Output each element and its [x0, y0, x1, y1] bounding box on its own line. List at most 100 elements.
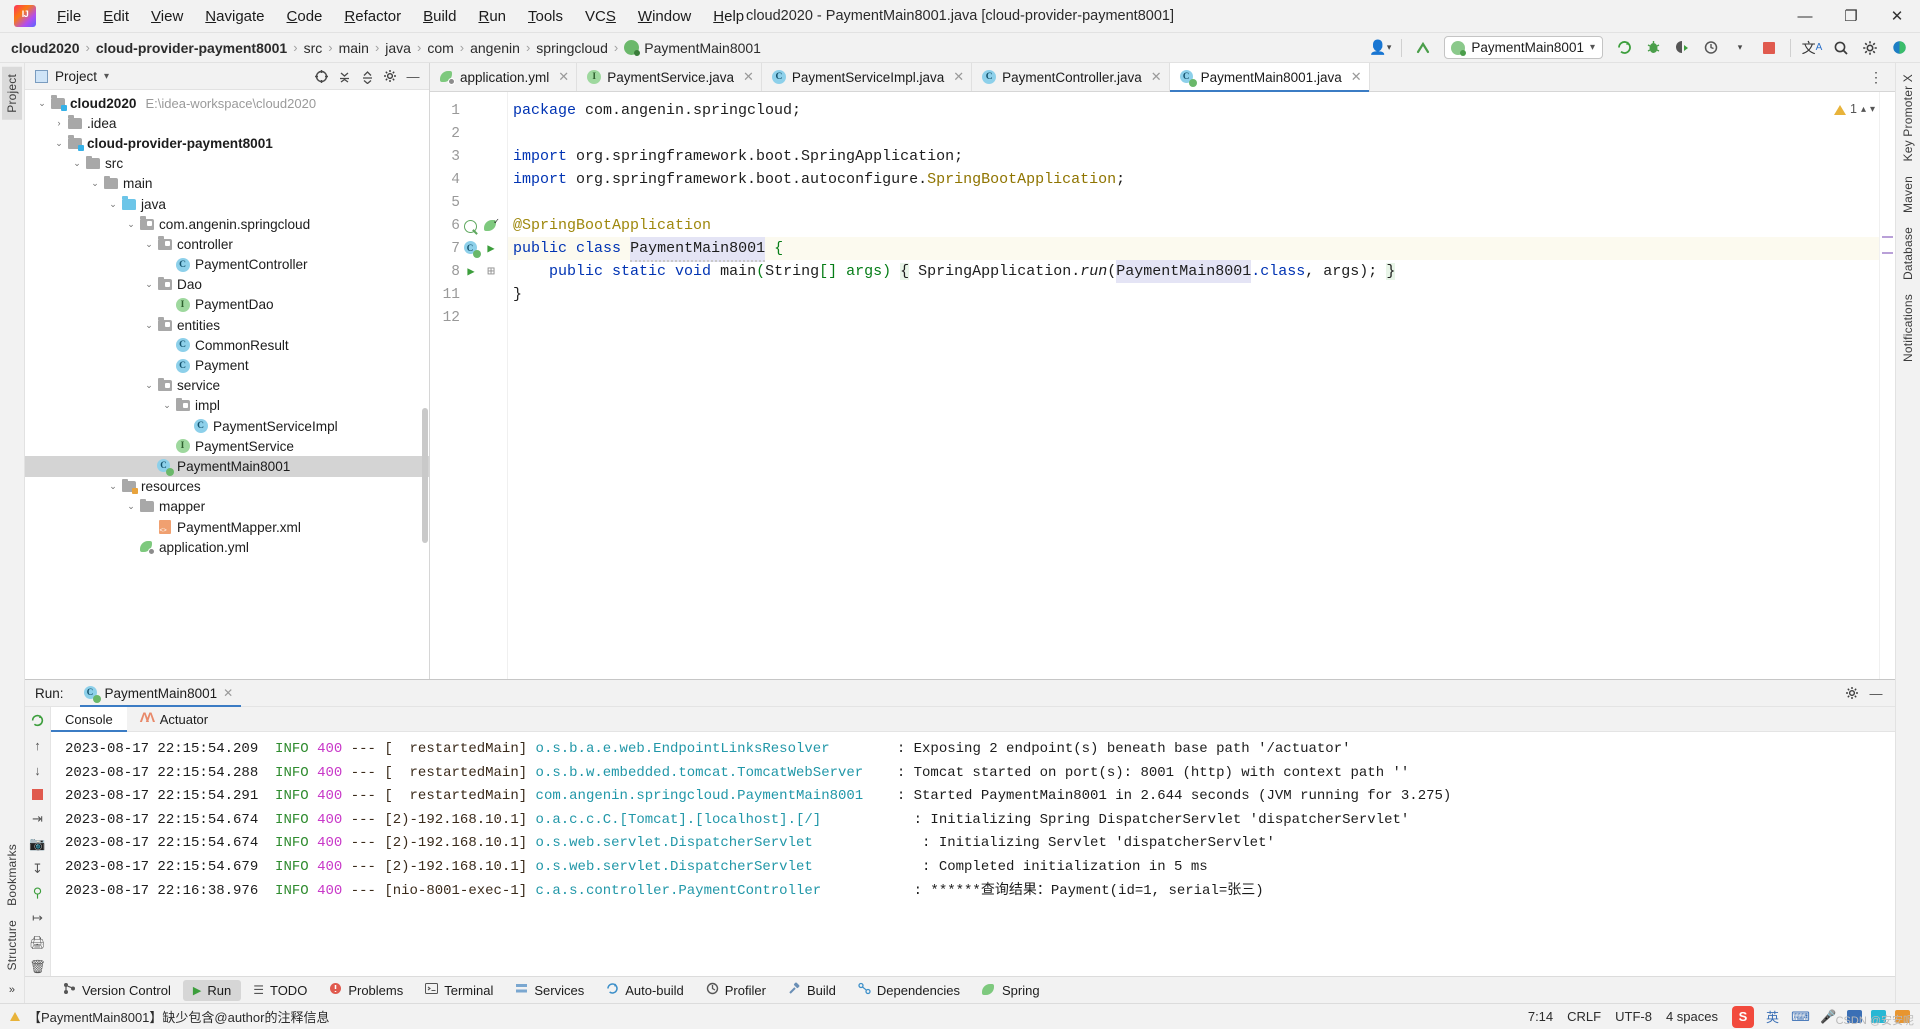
- code-text[interactable]: package com.angenin.springcloud; import …: [508, 92, 1895, 679]
- project-tree[interactable]: ⌄ cloud2020 E:\idea-workspace\cloud2020 …: [25, 90, 429, 679]
- tree-node-commonresult[interactable]: C CommonResult: [25, 335, 429, 355]
- breadcrumb-paymentmain8001[interactable]: PaymentMain8001: [624, 40, 761, 56]
- tree-node-src[interactable]: ⌄ src: [25, 154, 429, 174]
- console-output[interactable]: 2023-08-17 22:15:54.209 INFO 400 --- [ r…: [51, 732, 1895, 976]
- profile-user-icon[interactable]: 👤 ▾: [1367, 36, 1393, 60]
- tab-paymentserviceimpl-java[interactable]: C PaymentServiceImpl.java ✕: [762, 63, 973, 91]
- chevron-down-icon[interactable]: ⌄: [106, 199, 120, 210]
- tab-paymentcontroller-java[interactable]: C PaymentController.java ✕: [972, 63, 1170, 91]
- breadcrumb-angenin[interactable]: angenin: [470, 40, 520, 56]
- tool-auto-build[interactable]: Auto-build: [596, 979, 694, 1001]
- indent-setting[interactable]: 4 spaces: [1666, 1009, 1718, 1024]
- tool-dependencies[interactable]: Dependencies: [848, 979, 970, 1001]
- thread-dump-icon[interactable]: ⚲: [28, 884, 47, 902]
- rerun-icon[interactable]: [1611, 36, 1637, 60]
- trash-icon[interactable]: 🗑: [28, 958, 47, 976]
- tool-terminal[interactable]: Terminal: [415, 979, 503, 1001]
- breadcrumb-com[interactable]: com: [427, 40, 453, 56]
- up-arrow-icon[interactable]: [1410, 36, 1436, 60]
- run-configuration-selector[interactable]: PaymentMain8001 ▾: [1444, 36, 1603, 59]
- hide-panel-icon[interactable]: —: [1865, 682, 1887, 704]
- menu-file[interactable]: File: [46, 4, 92, 29]
- chevron-down-icon[interactable]: ⌄: [142, 320, 156, 331]
- code-editor[interactable]: 1 2 3 4 5 6 ✓ 7 C ▶ 8 ▶ ⊞ 11 12 package …: [430, 92, 1895, 679]
- chevron-down-icon[interactable]: ⌄: [124, 219, 138, 230]
- menu-vcs[interactable]: VCS: [574, 4, 627, 29]
- menu-code[interactable]: Code: [276, 4, 334, 29]
- tree-node-payment[interactable]: C Payment: [25, 355, 429, 375]
- menu-tools[interactable]: Tools: [517, 4, 574, 29]
- chevron-down-icon[interactable]: ⌄: [52, 138, 66, 149]
- expand-all-icon[interactable]: [356, 65, 378, 87]
- chevron-down-icon[interactable]: ▾: [1727, 36, 1753, 60]
- subtab-actuator[interactable]: Actuator: [127, 707, 222, 731]
- tab-close-icon[interactable]: ✕: [743, 69, 754, 85]
- tool-services[interactable]: Services: [505, 979, 594, 1001]
- chevron-down-icon[interactable]: ⌄: [106, 481, 120, 492]
- menu-navigate[interactable]: Navigate: [194, 4, 275, 29]
- tree-node-paymentcontroller[interactable]: C PaymentController: [25, 255, 429, 275]
- run-tab-close-icon[interactable]: ✕: [223, 686, 233, 700]
- chevron-down-icon[interactable]: ▾: [1870, 98, 1875, 121]
- menu-edit[interactable]: Edit: [92, 4, 140, 29]
- breadcrumb-cloud2020[interactable]: cloud2020: [11, 40, 79, 56]
- rerun-icon[interactable]: [28, 712, 47, 730]
- soft-wrap-icon[interactable]: ⇥: [28, 811, 47, 829]
- chevron-right-icon[interactable]: ›: [52, 118, 66, 128]
- chevron-down-icon[interactable]: ⌄: [124, 501, 138, 512]
- fold-method-icon[interactable]: ⊞: [482, 264, 500, 279]
- tab-close-icon[interactable]: ✕: [1151, 69, 1162, 85]
- tab-close-icon[interactable]: ✕: [558, 69, 569, 85]
- menu-view[interactable]: View: [140, 4, 194, 29]
- chevron-down-icon[interactable]: ▾: [104, 71, 109, 82]
- editor-marker-bar[interactable]: [1879, 92, 1895, 679]
- ime-language-label[interactable]: 英: [1763, 1007, 1782, 1026]
- expand-strip-button[interactable]: »: [6, 977, 18, 1003]
- editor-gutter[interactable]: 1 2 3 4 5 6 ✓ 7 C ▶ 8 ▶ ⊞ 11 12: [430, 92, 508, 679]
- keyboard-icon[interactable]: ⌨: [1791, 1007, 1810, 1026]
- menu-build[interactable]: Build: [412, 4, 467, 29]
- chevron-down-icon[interactable]: ⌄: [142, 239, 156, 250]
- scroll-up-icon[interactable]: ↑: [28, 737, 47, 755]
- sidebar-tab-key-promoter-x[interactable]: Key Promoter X: [1898, 67, 1918, 169]
- theme-icon[interactable]: [1886, 36, 1912, 60]
- tree-node-cloud-provider-payment8001[interactable]: ⌄ cloud-provider-payment8001: [25, 133, 429, 153]
- tree-node-dao[interactable]: ⌄ Dao: [25, 275, 429, 295]
- tool-run[interactable]: ▶ Run: [182, 979, 242, 1001]
- maximize-button[interactable]: ❐: [1828, 0, 1874, 33]
- tree-node-paymentserviceimpl[interactable]: C PaymentServiceImpl: [25, 416, 429, 436]
- tree-node-paymentmapper-xml[interactable]: PaymentMapper.xml: [25, 517, 429, 537]
- chevron-down-icon[interactable]: ⌄: [88, 178, 102, 189]
- tab-overflow-menu-icon[interactable]: ⋮: [1863, 65, 1889, 89]
- tool-profiler[interactable]: Profiler: [696, 979, 776, 1001]
- tree-node-resources[interactable]: ⌄ resources: [25, 477, 429, 497]
- menu-help[interactable]: Help: [702, 4, 755, 29]
- tab-application-yml[interactable]: application.yml ✕: [430, 63, 578, 91]
- settings-gear-icon[interactable]: [1857, 36, 1883, 60]
- menu-run[interactable]: Run: [467, 4, 517, 29]
- tree-node-main[interactable]: ⌄ main: [25, 174, 429, 194]
- settings-gear-icon[interactable]: [379, 65, 401, 87]
- print-icon[interactable]: 🖨: [28, 934, 47, 952]
- subtab-console[interactable]: Console: [51, 707, 127, 732]
- tree-node-impl[interactable]: ⌄ impl: [25, 396, 429, 416]
- minimize-button[interactable]: —: [1782, 0, 1828, 33]
- tree-node-paymentmain8001[interactable]: C PaymentMain8001: [25, 456, 429, 477]
- sidebar-tab-maven[interactable]: Maven: [1898, 169, 1918, 220]
- chevron-down-icon[interactable]: ⌄: [142, 279, 156, 290]
- inspection-widget[interactable]: 1 ▴ ▾: [1833, 98, 1875, 121]
- log-logger[interactable]: o.s.b.w.embedded.tomcat.TomcatWebServer: [536, 765, 864, 781]
- debug-icon[interactable]: [1640, 36, 1666, 60]
- log-logger[interactable]: c.a.s.controller.PaymentController: [536, 883, 822, 899]
- tool-problems[interactable]: Problems: [319, 979, 413, 1001]
- stop-icon[interactable]: [1756, 36, 1782, 60]
- sidebar-tab-structure[interactable]: Structure: [2, 913, 22, 978]
- sidebar-tab-bookmarks[interactable]: Bookmarks: [2, 837, 22, 913]
- chevron-up-icon[interactable]: ▴: [1861, 98, 1866, 121]
- locate-icon[interactable]: [310, 65, 332, 87]
- tree-node-paymentservice[interactable]: I PaymentService: [25, 436, 429, 456]
- chevron-down-icon[interactable]: ⌄: [160, 400, 174, 411]
- tree-node-cloud2020[interactable]: ⌄ cloud2020 E:\idea-workspace\cloud2020: [25, 93, 429, 113]
- tree-node-service-pkg[interactable]: ⌄ service: [25, 376, 429, 396]
- spring-leaf-check-icon[interactable]: ✓: [482, 217, 500, 233]
